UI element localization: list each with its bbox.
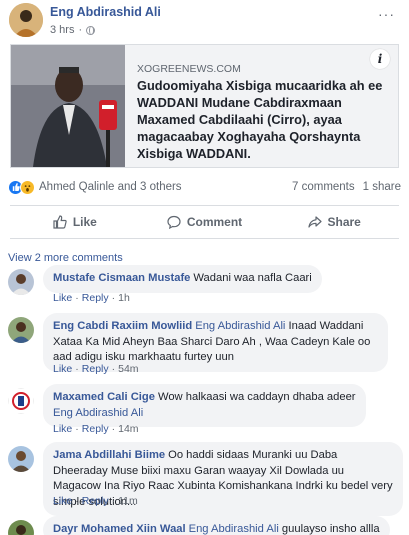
reactions-bar: Ahmed Qalinle and 3 others 7 comments 1 …	[8, 178, 401, 196]
comment: Dayr Mohamed Xiin Waal Eng Abdirashid Ali…	[8, 516, 403, 535]
post-meta: 3 hrs ·	[50, 24, 96, 36]
commenter-name[interactable]: Eng Cabdi Raxiim Mowliid	[53, 320, 192, 332]
link-preview-card[interactable]: XOGREENEWS.COM Gudoomiyaha Xisbiga mucaa…	[10, 44, 399, 168]
commenter-name[interactable]: Jama Abdillahi Biime	[53, 449, 165, 461]
post-header: Eng Abdirashid Ali 3 hrs · ···	[0, 0, 409, 44]
comment-reply-link[interactable]: Reply	[82, 363, 109, 375]
wow-reaction-icon	[20, 179, 35, 195]
comment-mention[interactable]: Eng Abdirashid Ali	[195, 320, 285, 332]
commenter-avatar[interactable]	[8, 317, 34, 343]
commenter-name[interactable]: Mustafe Cismaan Mustafe	[53, 272, 190, 284]
comment-text: Wow halkaasi wa caddayn dhaba adeer	[157, 391, 356, 403]
comment-reply-link[interactable]: Reply	[82, 423, 109, 435]
commenter-avatar[interactable]	[8, 388, 34, 414]
link-thumbnail-image[interactable]	[11, 45, 125, 167]
comment: Mustafe Cismaan Mustafe Wadani waa nafla …	[8, 265, 403, 305]
comment-like-link[interactable]: Like	[53, 423, 72, 435]
comment-time[interactable]: 1h	[118, 292, 130, 304]
comment-actions: Like · Reply · 11m	[53, 495, 138, 507]
comment-time[interactable]: 14m	[118, 423, 138, 435]
like-button[interactable]: Like	[10, 206, 140, 238]
comment-reply-link[interactable]: Reply	[82, 292, 109, 304]
commenter-avatar[interactable]	[8, 269, 34, 295]
share-label: Share	[327, 215, 361, 229]
comment-button[interactable]: Comment	[140, 206, 270, 238]
comment: Maxamed Cali Cige Wow halkaasi wa caddayn…	[8, 384, 403, 435]
like-label: Like	[72, 215, 97, 229]
comment-label: Comment	[186, 215, 243, 229]
comment: Eng Cabdi Raxiim Mowliid Eng Abdirashid A…	[8, 313, 403, 377]
info-icon[interactable]: i	[370, 49, 390, 69]
link-source: XOGREENEWS.COM	[137, 63, 241, 75]
comment-time[interactable]: 11m	[118, 495, 138, 507]
comment-actions: Like · Reply · 14m	[53, 423, 139, 435]
comment-text: guulayso insho allla	[281, 523, 380, 535]
comment-bubble: Mustafe Cismaan Mustafe Wadani waa nafla …	[43, 265, 322, 293]
comment-like-link[interactable]: Like	[53, 292, 72, 304]
comment-icon	[167, 215, 181, 229]
share-count[interactable]: 1 share	[363, 181, 401, 193]
comment: Jama Abdillahi Biime Oo haddi sidaas Mura…	[8, 442, 403, 516]
comment-time[interactable]: 54m	[118, 363, 138, 375]
dot-separator: ·	[78, 24, 83, 36]
action-bar: Like Comment Share	[10, 205, 399, 239]
reaction-icons[interactable]	[8, 179, 35, 195]
comment-actions: Like · Reply · 54m	[53, 363, 139, 375]
view-more-comments-link[interactable]: View 2 more comments	[8, 252, 123, 264]
more-options-button[interactable]: ···	[378, 6, 395, 22]
link-body: XOGREENEWS.COM Gudoomiyaha Xisbiga mucaa…	[125, 45, 398, 167]
author-avatar[interactable]	[9, 3, 43, 37]
comment-like-link[interactable]: Like	[53, 495, 72, 507]
comment-mention[interactable]: Eng Abdirashid Ali	[53, 407, 143, 419]
engagement-counts: 7 comments 1 share	[292, 181, 401, 193]
comment-bubble: Maxamed Cali Cige Wow halkaasi wa caddayn…	[43, 384, 366, 427]
comment-bubble: Dayr Mohamed Xiin Waal Eng Abdirashid Ali…	[43, 516, 390, 535]
share-arrow-icon	[307, 216, 322, 228]
comment-actions: Like · Reply · 1h	[53, 292, 130, 304]
comment-text: Wadani waa nafla Caari	[193, 272, 312, 284]
comment-mention[interactable]: Eng Abdirashid Ali	[189, 523, 279, 535]
post-time[interactable]: 3 hrs	[50, 24, 74, 36]
commenter-avatar[interactable]	[8, 446, 34, 472]
commenter-name[interactable]: Maxamed Cali Cige	[53, 391, 155, 403]
comment-like-link[interactable]: Like	[53, 363, 72, 375]
commenter-avatar[interactable]	[8, 520, 34, 535]
comment-reply-link[interactable]: Reply	[82, 495, 109, 507]
globe-icon	[86, 25, 96, 35]
share-button[interactable]: Share	[269, 206, 399, 238]
author-name[interactable]: Eng Abdirashid Ali	[50, 5, 161, 19]
commenter-name[interactable]: Dayr Mohamed Xiin Waal	[53, 523, 186, 535]
link-title[interactable]: Gudoomiyaha Xisbiga mucaaridka ah ee WAD…	[137, 77, 388, 162]
thumbs-up-icon	[53, 215, 67, 229]
reaction-names[interactable]: Ahmed Qalinle and 3 others	[39, 181, 182, 193]
comment-count[interactable]: 7 comments	[292, 181, 355, 193]
